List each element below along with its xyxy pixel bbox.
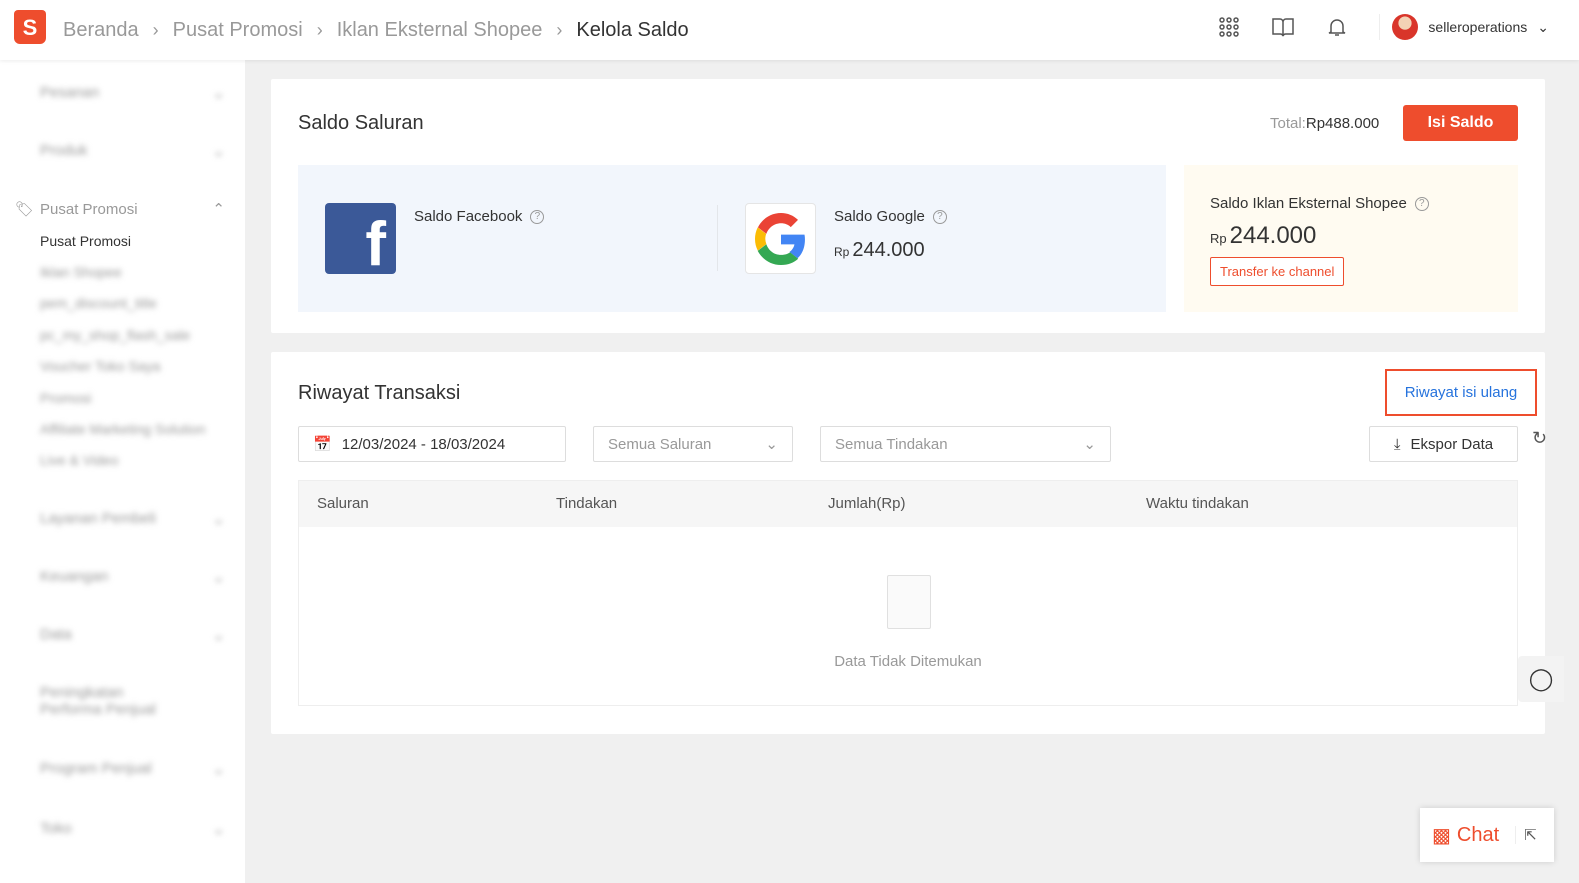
sidebar-item-data[interactable]: Data ⌄ [15, 626, 225, 644]
sidebar-sub-item[interactable]: Affiliate Marketing Solution [40, 421, 206, 437]
expand-icon[interactable]: ⇱ [1515, 826, 1537, 844]
chevron-down-icon: ⌄ [1537, 18, 1549, 35]
avatar [1392, 14, 1419, 40]
username: selleroperations [1428, 19, 1528, 35]
facebook-logo-icon: f [325, 203, 396, 274]
chevron-right-icon: › [316, 20, 323, 40]
breadcrumb-iklan-eksternal[interactable]: Iklan Eksternal Shopee [337, 19, 543, 42]
total-balance: Total:Rp488.000 [1270, 115, 1380, 132]
chat-button[interactable]: ▩ Chat ⇱ [1420, 808, 1554, 862]
saldo-title: Saldo Saluran [298, 112, 424, 134]
empty-document-icon [887, 575, 931, 629]
download-icon: ⤓ [1393, 435, 1401, 453]
saldo-google-value: Rp 244.000 [834, 239, 925, 261]
isi-saldo-button[interactable]: Isi Saldo [1403, 105, 1518, 141]
channel-balances: f Saldo Facebook? Saldo Google? Rp 244.00… [298, 165, 1166, 312]
sidebar-item-peningkatan[interactable]: Peningkatan Performa Penjual [15, 684, 165, 718]
help-icon[interactable]: ? [932, 210, 947, 225]
apps-grid-icon[interactable] [1217, 15, 1241, 39]
breadcrumb-pusat-promosi[interactable]: Pusat Promosi [173, 19, 303, 42]
chevron-down-icon: ⌄ [765, 436, 778, 453]
column-header: Saluran [317, 495, 369, 512]
chevron-down-icon: ⌄ [1083, 436, 1096, 453]
chat-icon: ▩ [1432, 824, 1451, 847]
sidebar-sub-item[interactable]: Iklan Shopee [40, 264, 122, 280]
sidebar-item-keuangan[interactable]: Keuangan ⌄ [15, 568, 225, 586]
shopee-ads-balance: Saldo Iklan Eksternal Shopee? Rp 244.000 … [1184, 165, 1518, 312]
saldo-google-label: Saldo Google? [834, 208, 947, 225]
column-header: Jumlah(Rp) [828, 495, 906, 512]
chevron-right-icon: › [556, 20, 563, 40]
top-bar: S Beranda › Pusat Promosi › Iklan Eksterna… [0, 0, 1579, 60]
history-title: Riwayat Transaksi [298, 382, 461, 404]
shopee-balance-label: Saldo Iklan Eksternal Shopee? [1210, 195, 1429, 212]
breadcrumb-current: Kelola Saldo [576, 19, 689, 41]
sidebar: Pesanan ⌄ Produk ⌄ 🏷 Pusat Promosi ⌃ Pusat P… [0, 60, 245, 883]
sidebar-sub-pusat-promosi[interactable]: Pusat Promosi [40, 233, 131, 249]
chevron-right-icon: › [152, 20, 159, 40]
sidebar-item-program-penjual[interactable]: Program Penjual ⌄ [15, 760, 225, 778]
book-icon[interactable] [1271, 15, 1295, 39]
sidebar-sub-item[interactable]: pc_my_shop_flash_sale [40, 327, 190, 343]
support-headset-icon[interactable]: ◯ [1518, 656, 1564, 702]
chevron-up-icon: ⌃ [212, 201, 225, 218]
google-logo-icon [745, 203, 816, 274]
shopee-logo[interactable]: S [14, 10, 46, 44]
date-range-picker[interactable]: 📅 12/03/2024 - 18/03/2024 [298, 426, 566, 462]
user-menu[interactable]: selleroperations ⌄ [1379, 14, 1549, 40]
sidebar-sub-item[interactable]: Promosi [40, 390, 91, 406]
bell-icon[interactable] [1325, 15, 1349, 39]
sidebar-item-toko[interactable]: Toko ⌄ [15, 820, 225, 838]
channel-select[interactable]: Semua Saluran ⌄ [593, 426, 793, 462]
action-select[interactable]: Semua Tindakan ⌄ [820, 426, 1111, 462]
transfer-to-channel-button[interactable]: Transfer ke channel [1210, 257, 1345, 286]
sidebar-sub-item[interactable]: pem_discount_title [40, 295, 157, 311]
transactions-table: Saluran Tindakan Jumlah(Rp) Waktu tindak… [298, 480, 1518, 706]
shopee-balance-value: Rp 244.000 [1210, 222, 1317, 249]
saldo-facebook-label: Saldo Facebook? [414, 208, 545, 225]
refresh-icon[interactable]: ↻ [1532, 428, 1547, 449]
column-header: Tindakan [556, 495, 618, 512]
export-data-button[interactable]: ⤓ Ekspor Data [1369, 426, 1518, 462]
riwayat-isi-ulang-link[interactable]: Riwayat isi ulang [1385, 369, 1537, 416]
empty-state-text: Data Tidak Ditemukan [834, 653, 982, 670]
column-header: Waktu tindakan [1146, 495, 1249, 512]
sidebar-sub-item[interactable]: Voucher Toko Saya [40, 358, 160, 374]
sidebar-item-pesanan[interactable]: Pesanan ⌄ [15, 84, 225, 102]
help-icon[interactable]: ? [1414, 197, 1429, 212]
sidebar-item-pusat-promosi[interactable]: 🏷 Pusat Promosi ⌃ [15, 200, 225, 219]
sidebar-item-layanan-pembeli[interactable]: Layanan Pembeli ⌄ [15, 510, 225, 528]
calendar-icon: 📅 [313, 436, 332, 453]
sidebar-sub-item[interactable]: Live & Video [40, 452, 118, 468]
breadcrumb-beranda[interactable]: Beranda [63, 19, 139, 42]
breadcrumb: Beranda › Pusat Promosi › Iklan Eksternal … [63, 19, 689, 42]
help-icon[interactable]: ? [530, 210, 545, 225]
sidebar-item-produk[interactable]: Produk ⌄ [15, 142, 225, 160]
table-header: Saluran Tindakan Jumlah(Rp) Waktu tindak… [299, 481, 1517, 527]
tag-icon: 🏷 [15, 201, 35, 218]
